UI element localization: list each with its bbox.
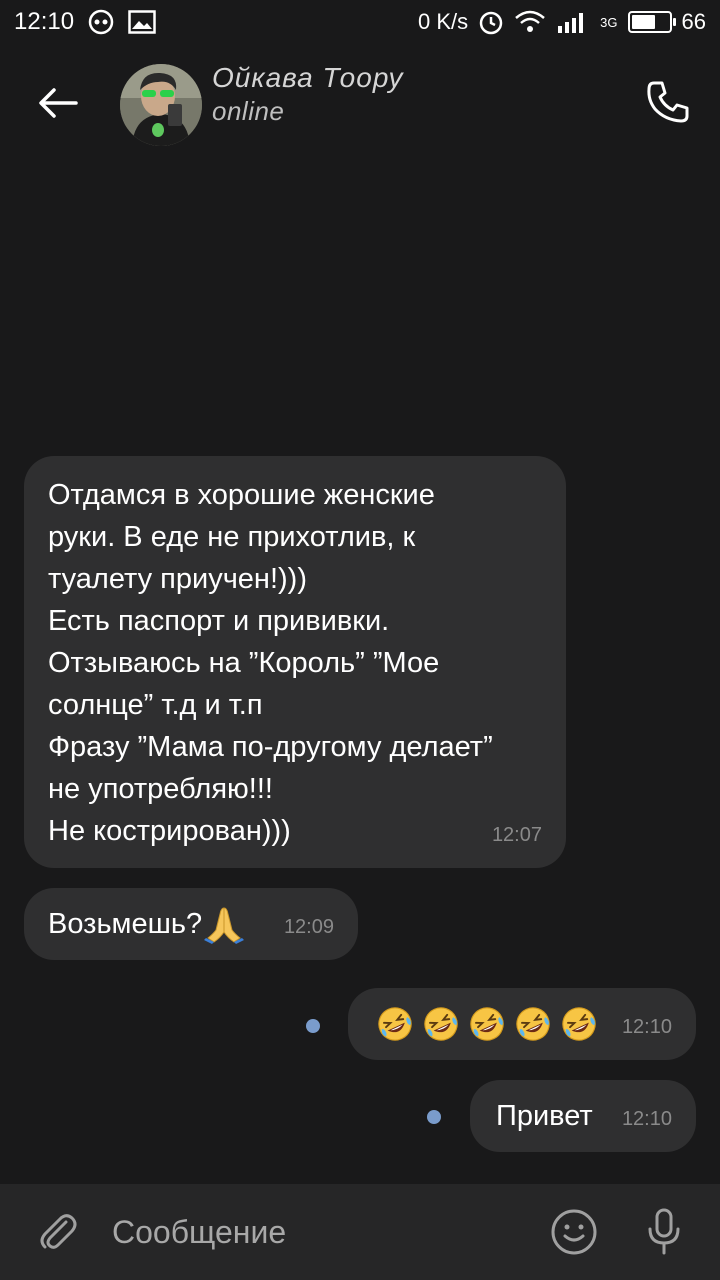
voice-record-button[interactable] bbox=[638, 1206, 690, 1258]
contact-status: online bbox=[212, 96, 285, 126]
message-time: 12:07 bbox=[491, 824, 542, 846]
paperclip-icon bbox=[40, 1214, 77, 1249]
message-time: 12:10 bbox=[621, 1108, 672, 1130]
message-text: Отдамся в хорошие женские руки. В еде не… bbox=[48, 479, 493, 847]
status-time: 12:10 bbox=[14, 8, 75, 35]
net-speed: 0 K/s bbox=[418, 9, 469, 34]
contact-info[interactable]: Ойкава Тоору online bbox=[212, 62, 403, 127]
message-bubble-outgoing[interactable]: Привет 12:10 bbox=[470, 1080, 696, 1152]
call-button[interactable] bbox=[640, 74, 696, 130]
back-arrow-icon bbox=[39, 88, 78, 118]
message-bubble-incoming[interactable]: Отдамся в хорошие женские руки. В еде не… bbox=[24, 456, 566, 868]
alarm-icon bbox=[478, 9, 504, 35]
smiley-icon bbox=[551, 1209, 597, 1255]
signal-icon bbox=[556, 10, 590, 34]
contact-avatar[interactable] bbox=[120, 64, 202, 146]
message-composer bbox=[0, 1184, 720, 1280]
rolling-laughing-emoji-icon bbox=[424, 1007, 458, 1041]
battery-icon bbox=[627, 11, 676, 33]
record-icon bbox=[88, 9, 114, 35]
attach-button[interactable] bbox=[32, 1206, 84, 1258]
contact-name: Ойкава Тоору bbox=[212, 62, 404, 93]
network-type: 3G bbox=[600, 14, 618, 30]
emoji-row bbox=[376, 1005, 598, 1043]
phone-icon bbox=[647, 81, 689, 123]
message-text: Привет bbox=[496, 1100, 593, 1132]
back-button[interactable] bbox=[30, 75, 86, 131]
rolling-laughing-emoji-icon bbox=[470, 1007, 504, 1041]
battery-level: 66 bbox=[681, 9, 706, 34]
folded-hands-emoji-icon bbox=[204, 904, 245, 944]
unread-indicator bbox=[427, 1110, 441, 1124]
microphone-icon bbox=[648, 1208, 680, 1255]
message-bubble-incoming[interactable]: Возьмешь? 12:09 bbox=[24, 888, 358, 960]
chat-header: Ойкава Тоору online bbox=[0, 50, 720, 160]
message-bubble-outgoing[interactable]: 12:10 bbox=[348, 988, 696, 1060]
message-time: 12:10 bbox=[621, 1016, 672, 1038]
rolling-laughing-emoji-icon bbox=[562, 1007, 596, 1041]
message-time: 12:09 bbox=[283, 916, 334, 938]
unread-indicator bbox=[306, 1019, 320, 1033]
status-bar: 12:10 0 K/s 3G 66 bbox=[0, 0, 720, 44]
rolling-laughing-emoji-icon bbox=[378, 1007, 412, 1041]
emoji-button[interactable] bbox=[548, 1206, 600, 1258]
message-text: Возьмешь? bbox=[48, 908, 203, 940]
image-icon bbox=[128, 10, 156, 34]
message-input[interactable] bbox=[112, 1208, 512, 1256]
wifi-icon bbox=[514, 10, 546, 34]
rolling-laughing-emoji-icon bbox=[516, 1007, 550, 1041]
